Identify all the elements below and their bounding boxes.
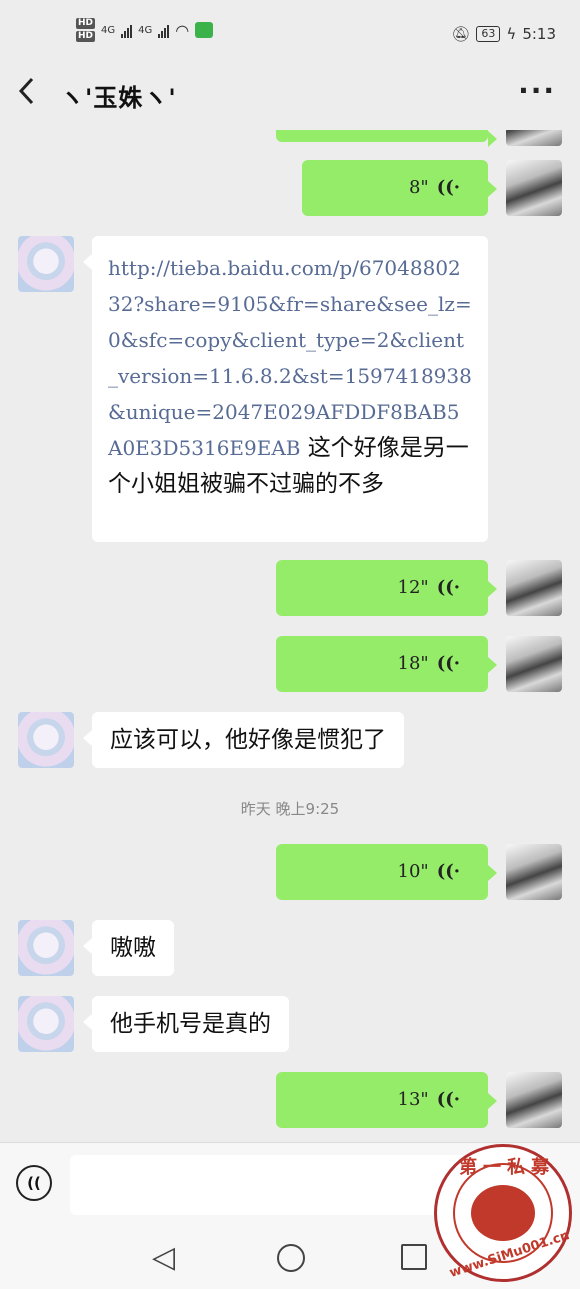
voice-duration: 18" xyxy=(397,653,429,674)
text-message[interactable]: 嗷嗷 xyxy=(83,920,174,976)
message-input[interactable] xyxy=(70,1155,474,1215)
message-text: 嗷嗷 xyxy=(110,935,156,961)
voice-content: 10" ((· xyxy=(276,844,488,900)
avatar-self[interactable] xyxy=(506,1072,562,1128)
avatar-self[interactable] xyxy=(506,636,562,692)
status-left: HD HD 4G 4G ◠ xyxy=(76,18,214,42)
avatar-self[interactable] xyxy=(506,560,562,616)
signal-icon-2 xyxy=(158,22,170,38)
avatar-contact[interactable] xyxy=(18,712,74,768)
avatar-contact[interactable] xyxy=(18,236,74,292)
voice-message[interactable]: 8" ((· xyxy=(302,160,497,216)
watermark-top-text: 第一私募 xyxy=(459,1157,555,1178)
chat-header: ヽ'玉姝ヽ' ··· xyxy=(0,60,580,130)
voice-wave-icon: ((· xyxy=(436,1089,460,1110)
voice-message[interactable]: 12" ((· xyxy=(276,560,497,616)
voice-duration: 12" xyxy=(397,577,429,598)
hd-badge-2: HD xyxy=(76,31,96,42)
voice-wave-icon: ((· xyxy=(436,177,460,198)
clock: 5:13 xyxy=(522,25,556,43)
voice-content: 18" ((· xyxy=(276,636,488,692)
watermark-logo xyxy=(471,1185,535,1241)
network-type-1: 4G xyxy=(101,24,116,36)
battery-level: 63 xyxy=(476,26,501,42)
voice-wave-icon: ((· xyxy=(436,653,460,674)
bell-off-icon: 🔕︎ xyxy=(451,25,471,43)
square-recent-icon[interactable] xyxy=(401,1244,427,1270)
triangle-back-icon[interactable]: ◁ xyxy=(152,1240,175,1275)
iqiyi-icon xyxy=(195,22,214,38)
status-bar: HD HD 4G 4G ◠ 🔕︎ 63 ϟ 5:13 xyxy=(0,0,580,60)
message-bubble-partial[interactable] xyxy=(276,130,497,147)
voice-duration: 8" xyxy=(408,177,429,198)
voice-message[interactable]: 10" ((· xyxy=(276,844,497,900)
voice-message[interactable]: 18" ((· xyxy=(276,636,497,692)
chat-title: ヽ'玉姝ヽ' xyxy=(60,84,177,112)
back-button[interactable] xyxy=(16,76,46,112)
status-right: 🔕︎ 63 ϟ 5:13 xyxy=(451,25,556,43)
network-type-2: 4G xyxy=(138,24,153,36)
voice-message[interactable]: 13" ((· xyxy=(276,1072,497,1128)
timestamp: 昨天 晚上9:25 xyxy=(240,800,340,818)
voice-content: 12" ((· xyxy=(276,560,488,616)
circle-home-icon[interactable] xyxy=(277,1244,305,1272)
text-message[interactable]: http://tieba.baidu.com/p/6704880232?shar… xyxy=(83,236,488,542)
voice-wave-icon: ((· xyxy=(436,861,460,882)
ellipsis-icon: ··· xyxy=(518,74,556,107)
avatar-contact[interactable] xyxy=(18,920,74,976)
message-list[interactable]: 8" ((· http://tieba.baidu.com/p/670488023… xyxy=(0,130,580,1142)
avatar-self[interactable] xyxy=(506,844,562,900)
voice-input-icon: (( xyxy=(27,1174,41,1192)
text-message[interactable]: 他手机号是真的 xyxy=(83,996,289,1052)
avatar-self[interactable] xyxy=(506,160,562,216)
avatar-self[interactable] xyxy=(506,130,562,146)
message-text: 他手机号是真的 xyxy=(110,1011,271,1037)
hd-badge-1: HD xyxy=(76,18,96,29)
voice-wave-icon: ((· xyxy=(436,577,460,598)
voice-content: 8" ((· xyxy=(302,160,488,216)
more-button[interactable]: ··· xyxy=(518,74,556,107)
text-message[interactable]: 应该可以，他好像是惯犯了 xyxy=(83,712,404,768)
hd-indicators: HD HD xyxy=(76,18,96,42)
wifi-icon: ◠ xyxy=(175,20,190,40)
voice-duration: 13" xyxy=(397,1089,429,1110)
charging-icon: ϟ xyxy=(506,25,517,43)
message-text: 应该可以，他好像是惯犯了 xyxy=(110,727,386,753)
chevron-left-icon xyxy=(18,77,34,105)
avatar-contact[interactable] xyxy=(18,996,74,1052)
voice-input-button[interactable]: (( xyxy=(16,1165,52,1201)
voice-duration: 10" xyxy=(397,861,429,882)
voice-content: 13" ((· xyxy=(276,1072,488,1128)
watermark-seal: 第一私募 www.SiMu001.cn xyxy=(434,1144,572,1282)
message-link[interactable]: http://tieba.baidu.com/p/6704880232?shar… xyxy=(108,256,472,460)
signal-icon xyxy=(121,22,133,38)
